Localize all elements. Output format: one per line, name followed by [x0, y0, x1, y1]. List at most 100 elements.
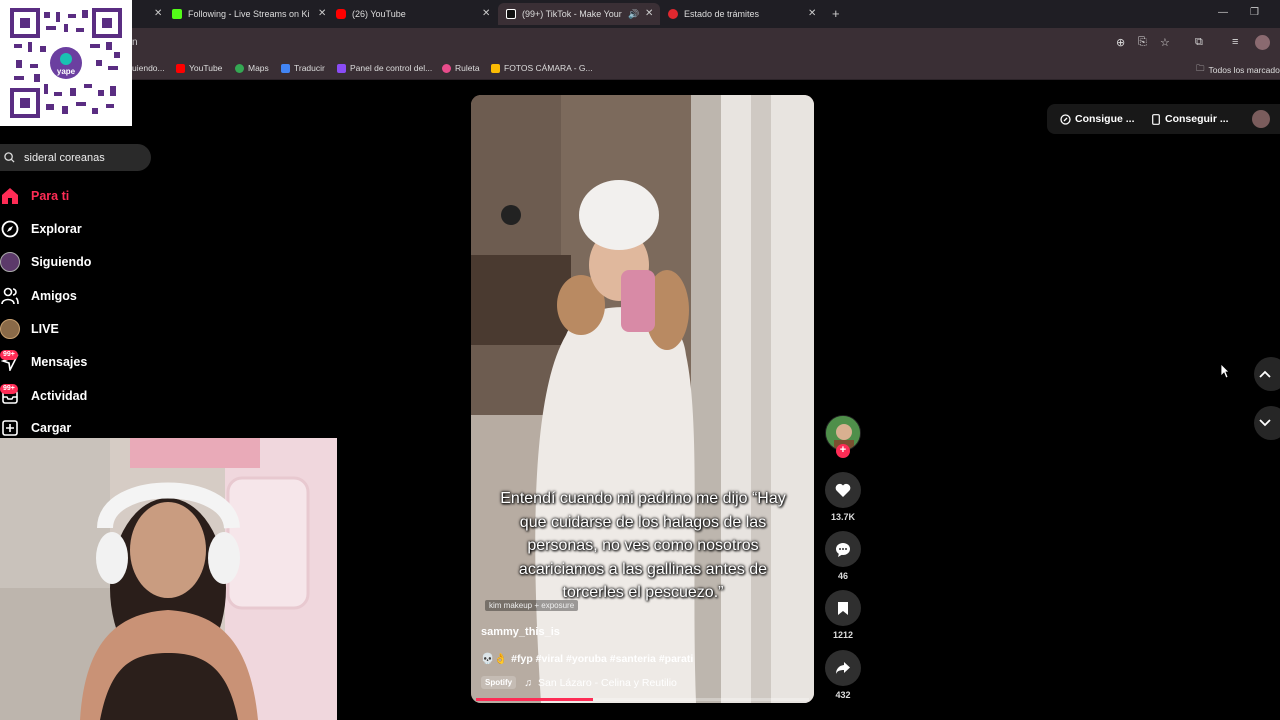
video-hashtags[interactable]: 💀👌 #fyp #viral #yoruba #santeria #parati — [481, 652, 693, 665]
search-input[interactable]: sideral coreanas — [0, 144, 151, 171]
minimize-icon[interactable]: — — [1218, 7, 1228, 18]
zoom-icon[interactable]: ⊕ — [1116, 36, 1125, 49]
share-action[interactable]: 432 — [825, 650, 861, 700]
extensions-icon[interactable]: ⧉ — [1195, 36, 1203, 49]
drive-icon — [491, 63, 500, 73]
follow-button[interactable]: + — [836, 444, 850, 458]
search-icon — [4, 152, 15, 163]
bookmark-ruleta[interactable]: Ruleta — [442, 63, 480, 73]
music-note-icon: ♫ — [524, 676, 532, 689]
webcam-image — [0, 438, 337, 720]
bookmark-panel[interactable]: Panel de control del... — [337, 63, 432, 73]
user-avatar[interactable] — [1252, 110, 1270, 128]
twitch-icon — [337, 63, 346, 73]
bookmark-item[interactable]: uiendo... — [132, 63, 165, 73]
speaker-icon[interactable]: 🔊 — [628, 9, 639, 20]
effect-tag[interactable]: kim makeup + exposure — [485, 600, 579, 611]
yape-qr-code: yape — [0, 0, 132, 126]
star-icon[interactable]: ☆ — [1160, 36, 1170, 49]
install-app-icon[interactable]: ⎘ — [1138, 36, 1147, 49]
tab-label: Following - Live Streams on Ki — [188, 9, 310, 19]
tab-close-icon[interactable]: ✕ — [645, 8, 653, 19]
tab-close-icon[interactable]: ✕ — [482, 8, 490, 19]
browser-tabbar: ✕ Following - Live Streams on Ki ✕ (26) … — [0, 0, 1280, 28]
save-action[interactable]: 1212 — [825, 590, 861, 640]
comment-icon[interactable] — [825, 531, 861, 567]
kick-icon — [172, 9, 182, 19]
upload-icon — [0, 418, 20, 438]
video-caption: Entendí cuando mi padrino me dijo “Hay q… — [500, 490, 786, 601]
address-bar[interactable]: n ⊕ ⎘ ☆ ⧉ ≡ — [0, 28, 1280, 58]
new-tab-icon[interactable]: + — [832, 6, 840, 21]
phone-icon — [1152, 113, 1160, 125]
wheel-icon — [442, 63, 451, 73]
heart-icon[interactable] — [825, 472, 861, 508]
get-app-button[interactable]: Conseguir ... — [1152, 113, 1229, 125]
comment-count: 46 — [837, 571, 848, 581]
emoji-icon: 💀👌 — [481, 653, 508, 665]
folder-icon: 🗀 — [1196, 63, 1205, 73]
live-icon — [0, 319, 20, 339]
bookmark-youtube[interactable]: YouTube — [176, 63, 222, 73]
bookmark-traducir[interactable]: Traducir — [281, 63, 325, 73]
nav-explorar[interactable]: Explorar — [0, 217, 82, 241]
nav-cargar[interactable]: Cargar — [0, 416, 71, 440]
like-count: 13.7K — [830, 512, 856, 522]
progress-fill — [476, 698, 593, 701]
search-value: sideral coreanas — [24, 151, 105, 164]
maps-icon — [235, 63, 244, 73]
bookmark-maps[interactable]: Maps — [235, 63, 269, 73]
nav-live[interactable]: LIVE — [0, 317, 59, 341]
nav-para-ti[interactable]: Para ti — [0, 184, 69, 208]
translate-icon — [281, 63, 290, 73]
svg-text:yape: yape — [57, 67, 76, 76]
webcam-overlay — [0, 438, 337, 720]
next-video-button[interactable] — [1254, 406, 1280, 440]
chevron-down-icon — [1259, 419, 1271, 427]
nav-amigos[interactable]: Amigos — [0, 284, 77, 308]
tab-tramites[interactable]: Estado de trámites — [668, 3, 808, 25]
bookmarks-bar: uiendo... YouTube Maps Traducir Panel de… — [0, 58, 1280, 80]
tab-youtube[interactable]: (26) YouTube — [336, 3, 476, 25]
tab-close-icon[interactable]: ✕ — [318, 8, 326, 19]
tab-tiktok[interactable]: (99+) TikTok - Make Your Da 🔊 — [498, 3, 660, 25]
youtube-icon — [176, 63, 185, 73]
tramites-icon — [668, 9, 678, 19]
address-text[interactable]: n — [132, 37, 138, 48]
media-icon[interactable]: ≡ — [1232, 36, 1238, 48]
bookmark-icon[interactable] — [825, 590, 861, 626]
share-count: 432 — [835, 690, 851, 700]
all-bookmarks[interactable]: 🗀Todos los marcadores — [1196, 63, 1280, 77]
video-progress-bar[interactable] — [476, 698, 809, 701]
friends-icon — [0, 286, 20, 306]
restore-icon[interactable]: ❐ — [1250, 7, 1259, 18]
comment-action[interactable]: 46 — [825, 531, 861, 581]
tab-kick[interactable]: Following - Live Streams on Ki — [172, 3, 312, 25]
get-coins-button[interactable]: Consigue ... — [1060, 113, 1135, 125]
qr-code-icon: yape — [10, 8, 122, 118]
share-icon[interactable] — [825, 650, 861, 686]
video-author[interactable]: sammy_this_is — [481, 626, 560, 638]
tab-label: (26) YouTube — [352, 9, 406, 19]
chevron-up-icon — [1259, 370, 1271, 378]
video-player[interactable]: Entendí cuando mi padrino me dijo “Hay q… — [471, 95, 814, 703]
video-music[interactable]: Spotify ♫ San Lázaro - Celina y Reutilio — [481, 676, 677, 689]
previous-video-button[interactable] — [1254, 357, 1280, 391]
like-action[interactable]: 13.7K — [825, 472, 861, 522]
bookmark-fotos[interactable]: FOTOS CÁMARA - G... — [491, 63, 593, 73]
mouse-cursor-icon — [1220, 363, 1230, 379]
compass-icon — [0, 219, 20, 239]
tab-close-icon[interactable]: ✕ — [154, 8, 162, 19]
video-frame — [471, 95, 814, 703]
save-count: 1212 — [832, 630, 854, 640]
home-icon — [0, 186, 20, 206]
activity-badge: 99+ — [0, 384, 18, 394]
tab-close-icon[interactable]: ✕ — [808, 8, 816, 19]
spotify-badge[interactable]: Spotify — [481, 676, 517, 689]
profile-avatar[interactable] — [1255, 35, 1270, 50]
messages-badge: 99+ — [0, 350, 18, 360]
nav-siguiendo[interactable]: Siguiendo — [0, 250, 91, 274]
following-avatar-icon — [0, 252, 20, 272]
coin-icon — [1060, 113, 1071, 125]
tab-label: Estado de trámites — [684, 9, 760, 19]
